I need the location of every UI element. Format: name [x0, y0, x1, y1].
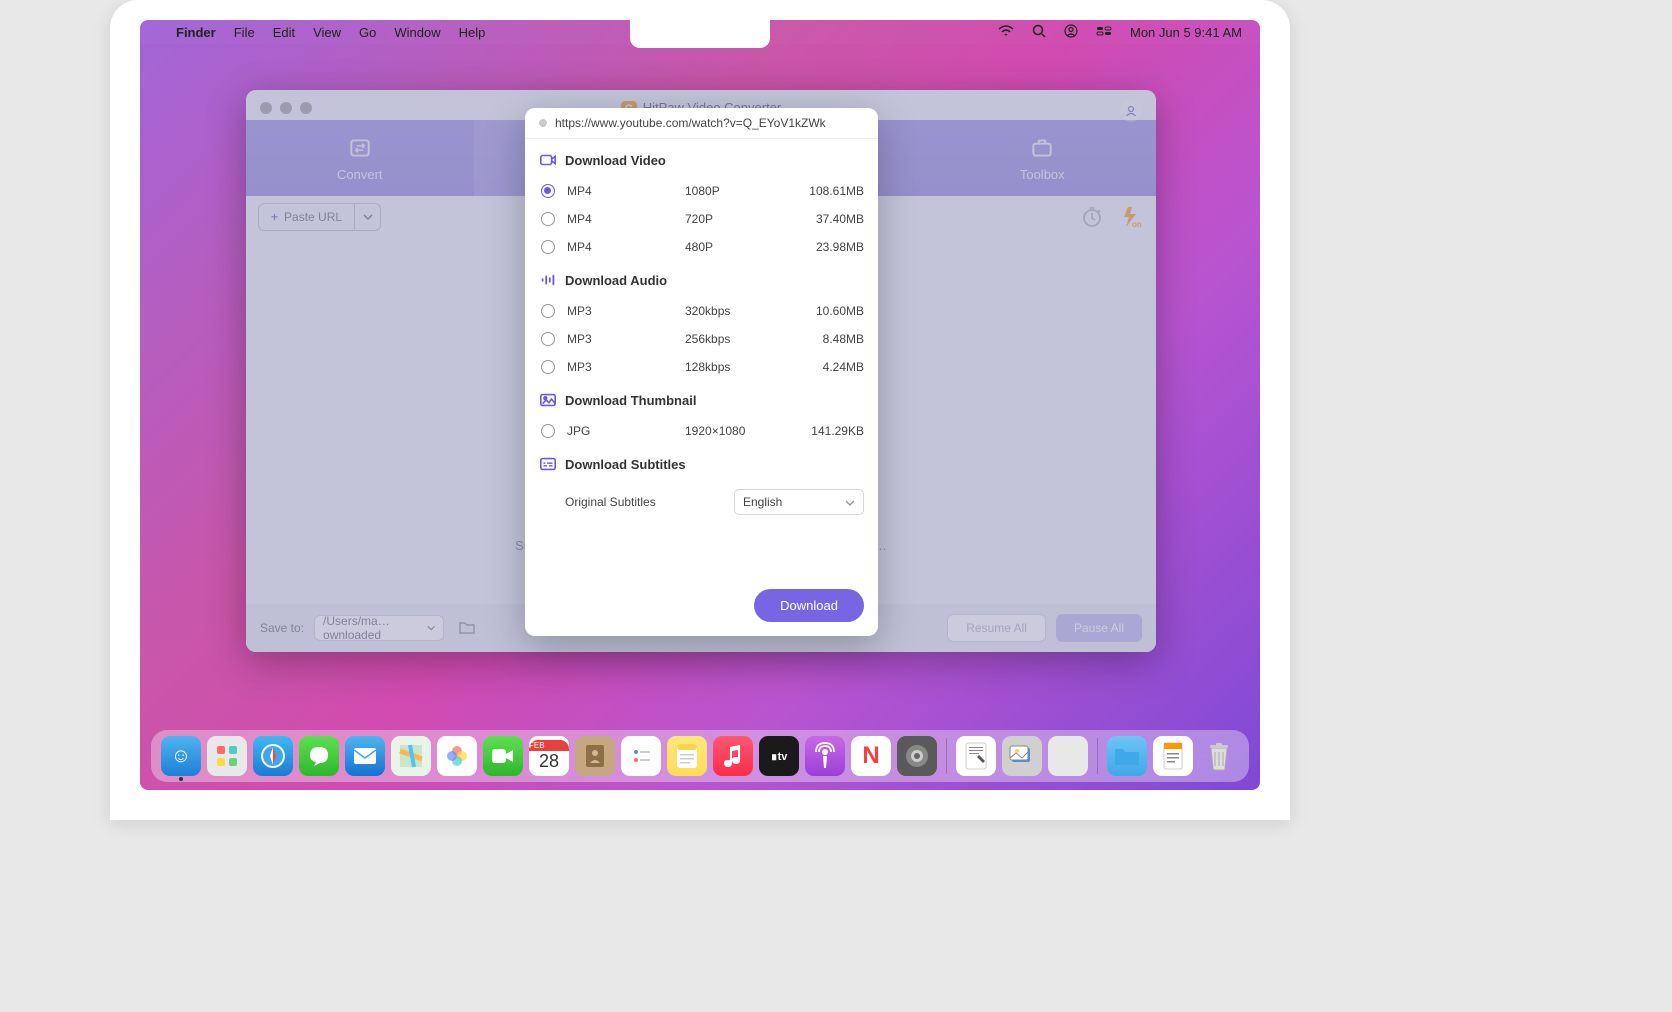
user-icon[interactable] — [1064, 24, 1078, 41]
video-icon — [539, 151, 557, 169]
dock-contacts-icon[interactable] — [575, 736, 615, 776]
audio-icon — [539, 271, 557, 289]
wifi-icon[interactable] — [998, 25, 1014, 40]
paste-url-label: Paste URL — [284, 210, 342, 224]
timer-icon[interactable] — [1080, 205, 1104, 229]
video-option-720p[interactable]: MP4 720P 37.40MB — [539, 205, 864, 233]
dock-textedit-icon[interactable] — [956, 736, 996, 776]
dock-reminders-icon[interactable] — [621, 736, 661, 776]
download-options-modal: https://www.youtube.com/watch?v=Q_EYoV1k… — [525, 108, 878, 636]
radio-icon — [541, 304, 555, 318]
subtitle-label: Original Subtitles — [565, 495, 656, 509]
section-thumbnail-title: Download Thumbnail — [565, 393, 696, 408]
open-folder-button[interactable] — [454, 615, 480, 641]
section-subtitles-title: Download Subtitles — [565, 457, 686, 472]
subtitles-icon — [539, 455, 557, 473]
radio-icon — [541, 424, 555, 438]
dock-separator — [946, 738, 947, 774]
control-center-icon[interactable] — [1096, 25, 1112, 40]
screen-notch — [630, 20, 770, 48]
image-icon — [539, 391, 557, 409]
dock-news-icon[interactable]: N — [851, 736, 891, 776]
radio-icon — [541, 240, 555, 254]
spotlight-icon[interactable] — [1032, 24, 1046, 41]
dock-music-icon[interactable] — [713, 736, 753, 776]
tab-convert-label: Convert — [337, 167, 383, 182]
plus-icon: + — [271, 210, 278, 224]
modal-url-bar: https://www.youtube.com/watch?v=Q_EYoV1k… — [525, 108, 878, 139]
section-thumbnail-header: Download Thumbnail — [539, 391, 864, 409]
dock-preview-icon[interactable] — [1002, 736, 1042, 776]
menubar-item-view[interactable]: View — [313, 25, 341, 40]
dock-settings-icon[interactable] — [897, 736, 937, 776]
dock-maps-icon[interactable] — [391, 736, 431, 776]
dock-finder-icon[interactable]: ☺ — [161, 736, 201, 776]
menubar-item-edit[interactable]: Edit — [273, 25, 295, 40]
menubar-app-name[interactable]: Finder — [176, 25, 216, 40]
thumbnail-option-jpg[interactable]: JPG 1920×1080 141.29KB — [539, 417, 864, 445]
menubar-item-file[interactable]: File — [234, 25, 255, 40]
save-to-field[interactable]: /Users/ma…ownloaded — [314, 615, 444, 641]
radio-selected-icon — [541, 184, 555, 198]
resume-all-button[interactable]: Resume All — [947, 614, 1046, 642]
subtitle-language-select[interactable]: English — [734, 489, 864, 515]
video-option-1080p[interactable]: MP4 1080P 108.61MB — [539, 177, 864, 205]
audio-option-128[interactable]: MP3 128kbps 4.24MB — [539, 353, 864, 381]
profile-button[interactable] — [1120, 100, 1142, 122]
dock-safari-icon[interactable] — [253, 736, 293, 776]
dock-separator — [1097, 738, 1098, 774]
svg-text:on: on — [1132, 220, 1142, 229]
modal-footer: Download — [525, 579, 878, 636]
paste-url-button[interactable]: + Paste URL — [258, 203, 381, 231]
tab-toolbox[interactable]: Toolbox — [929, 120, 1157, 196]
dock-calendar-icon[interactable]: FEB28 — [529, 736, 569, 776]
dock-trash-icon[interactable] — [1199, 736, 1239, 776]
desktop-screen: Finder File Edit View Go Window Help Mon… — [140, 20, 1260, 790]
dock-podcasts-icon[interactable] — [805, 736, 845, 776]
radio-icon — [541, 332, 555, 346]
section-video-title: Download Video — [565, 153, 666, 168]
tab-convert[interactable]: Convert — [246, 120, 474, 196]
menubar-item-go[interactable]: Go — [359, 25, 376, 40]
dock-files-icon[interactable] — [1107, 736, 1147, 776]
dock-photos-icon[interactable] — [437, 736, 477, 776]
section-video-header: Download Video — [539, 151, 864, 169]
save-to-path: /Users/ma…ownloaded — [323, 614, 427, 642]
radio-icon — [541, 360, 555, 374]
tab-toolbox-label: Toolbox — [1020, 167, 1065, 182]
dock-mail-icon[interactable] — [345, 736, 385, 776]
menubar-item-window[interactable]: Window — [394, 25, 440, 40]
paste-url-dropdown[interactable] — [354, 203, 380, 231]
modal-url-text: https://www.youtube.com/watch?v=Q_EYoV1k… — [555, 116, 826, 130]
hardware-accel-icon[interactable]: on — [1118, 205, 1144, 229]
pause-all-button[interactable]: Pause All — [1056, 614, 1142, 642]
radio-icon — [541, 212, 555, 226]
menubar-item-help[interactable]: Help — [459, 25, 486, 40]
dock-messages-icon[interactable] — [299, 736, 339, 776]
audio-option-256[interactable]: MP3 256kbps 8.48MB — [539, 325, 864, 353]
dock-facetime-icon[interactable] — [483, 736, 523, 776]
menubar-datetime[interactable]: Mon Jun 5 9:41 AM — [1130, 25, 1242, 40]
modal-body: Download Video MP4 1080P 108.61MB MP4 72… — [525, 139, 878, 579]
save-to-label: Save to: — [260, 621, 304, 635]
video-option-480p[interactable]: MP4 480P 23.98MB — [539, 233, 864, 261]
subtitle-row: Original Subtitles English — [539, 481, 864, 523]
dock-tv-icon[interactable]: ∎tv — [759, 736, 799, 776]
macos-dock: ☺ FEB28 ∎tv N — [151, 730, 1249, 782]
chevron-down-icon — [845, 495, 855, 509]
url-status-dot — [539, 119, 547, 127]
section-audio-title: Download Audio — [565, 273, 667, 288]
section-audio-header: Download Audio — [539, 271, 864, 289]
dock-pages-icon[interactable] — [1153, 736, 1193, 776]
download-button[interactable]: Download — [754, 589, 864, 622]
laptop-frame: Finder File Edit View Go Window Help Mon… — [110, 0, 1290, 820]
section-subtitles-header: Download Subtitles — [539, 455, 864, 473]
subtitle-selected-value: English — [743, 495, 782, 509]
dock-launchpad-icon[interactable] — [207, 736, 247, 776]
audio-option-320[interactable]: MP3 320kbps 10.60MB — [539, 297, 864, 325]
dock-notes-icon[interactable] — [667, 736, 707, 776]
dock-app-icon[interactable] — [1048, 736, 1088, 776]
